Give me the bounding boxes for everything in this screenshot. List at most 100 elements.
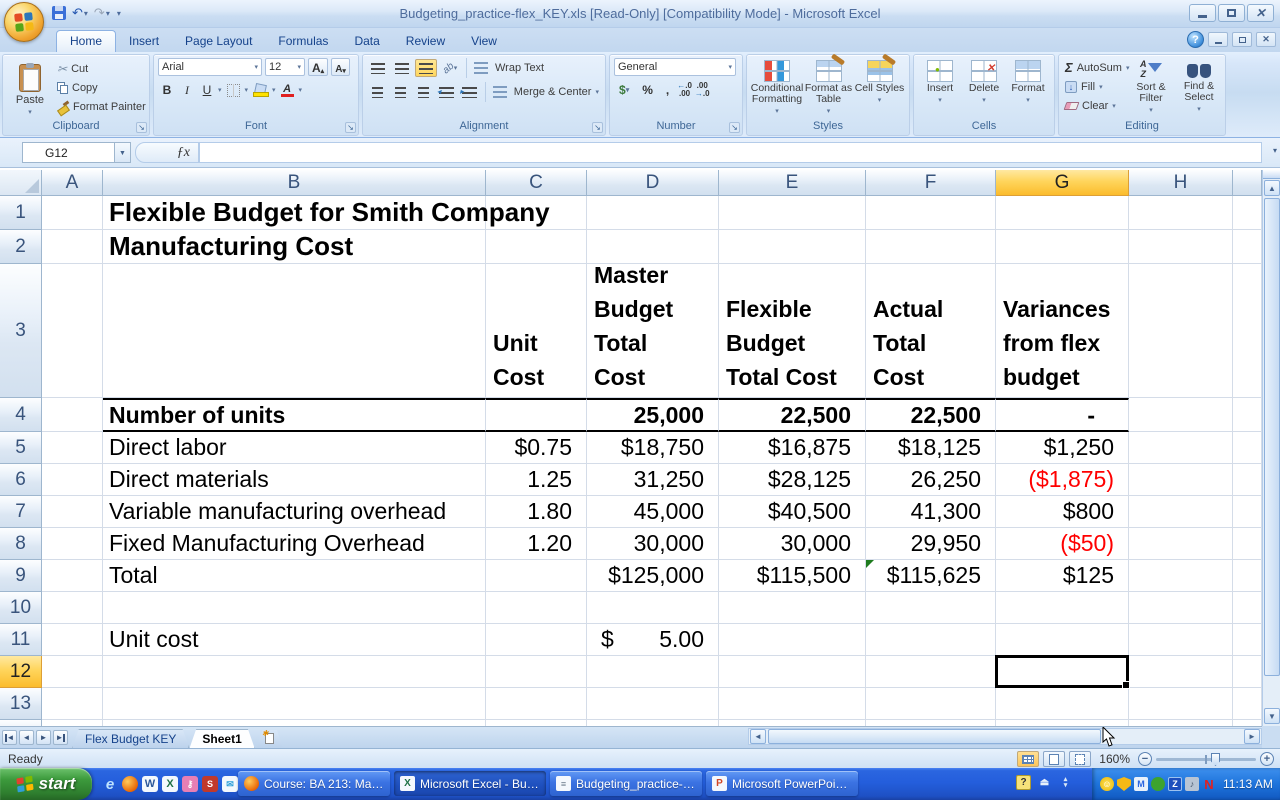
antivirus-icon[interactable]: [1151, 777, 1165, 791]
merge-center-button[interactable]: Merge & Center▾: [491, 83, 601, 102]
cell-F13[interactable]: [866, 688, 996, 720]
zone-icon[interactable]: Z: [1168, 777, 1182, 791]
cell-H6[interactable]: [1129, 464, 1233, 496]
cell-C12[interactable]: [486, 656, 587, 688]
cell-A7[interactable]: [42, 496, 103, 528]
zoom-in-button[interactable]: +: [1260, 752, 1274, 766]
row-header-5[interactable]: 5: [0, 432, 42, 464]
clipboard-dialog-launcher[interactable]: ↘: [136, 122, 147, 133]
cell-G7[interactable]: $800: [996, 496, 1129, 528]
cell-E10[interactable]: [719, 592, 866, 624]
scroll-left-button[interactable]: ◄: [750, 729, 766, 744]
cell-A6[interactable]: [42, 464, 103, 496]
zoom-level[interactable]: 160%: [1099, 752, 1130, 766]
cell-B6[interactable]: Direct materials: [103, 464, 486, 496]
cell-G3[interactable]: Variances from flex budget: [996, 264, 1129, 398]
font-name-combo[interactable]: Arial▾: [158, 58, 262, 76]
cell-A13[interactable]: [42, 688, 103, 720]
row-header-12[interactable]: 12: [0, 656, 42, 688]
shrink-font-button[interactable]: A▾: [331, 58, 350, 76]
cell-A10[interactable]: [42, 592, 103, 624]
cell-H7[interactable]: [1129, 496, 1233, 528]
cell-B4[interactable]: Number of units: [103, 398, 486, 432]
cell-H10[interactable]: [1129, 592, 1233, 624]
find-select-button[interactable]: Find & Select▾: [1175, 57, 1223, 116]
cell-B11[interactable]: Unit cost: [103, 624, 486, 656]
normal-view-button[interactable]: [1017, 751, 1039, 767]
cell-x9[interactable]: [1233, 560, 1262, 592]
workbook-close-button[interactable]: ✕: [1256, 32, 1276, 47]
column-header-G[interactable]: G: [996, 170, 1129, 196]
row-header-4[interactable]: 4: [0, 398, 42, 432]
cell-B5[interactable]: Direct labor: [103, 432, 486, 464]
task-button-document[interactable]: ≡Budgeting_practice-fl...: [550, 771, 702, 796]
cell-C7[interactable]: 1.80: [486, 496, 587, 528]
cell-x10[interactable]: [1233, 592, 1262, 624]
zoom-slider[interactable]: [1156, 752, 1256, 766]
cell-G11[interactable]: [996, 624, 1129, 656]
zoom-slider-thumb[interactable]: [1211, 753, 1220, 766]
row-header-6[interactable]: 6: [0, 464, 42, 496]
first-sheet-button[interactable]: ◄: [2, 730, 17, 745]
column-header-F[interactable]: F: [866, 170, 996, 196]
cell-F5[interactable]: $18,125: [866, 432, 996, 464]
cell-H1[interactable]: [1129, 196, 1233, 230]
excel-icon[interactable]: X: [162, 776, 178, 792]
cell-F11[interactable]: [866, 624, 996, 656]
underline-button[interactable]: U: [198, 81, 216, 99]
cell-H12[interactable]: [1129, 656, 1233, 688]
cell-G1[interactable]: [996, 196, 1129, 230]
cell-E13[interactable]: [719, 688, 866, 720]
cell-D7[interactable]: 45,000: [587, 496, 719, 528]
tab-data[interactable]: Data: [341, 31, 392, 52]
column-header-H[interactable]: H: [1129, 170, 1233, 196]
cell-E12[interactable]: [719, 656, 866, 688]
vertical-scrollbar[interactable]: ▲ ▼: [1262, 170, 1280, 726]
cell-B3[interactable]: [103, 264, 486, 398]
italic-button[interactable]: I: [178, 81, 196, 99]
novell-icon[interactable]: N: [1202, 777, 1216, 791]
sort-filter-button[interactable]: AZ Sort & Filter▾: [1127, 57, 1175, 116]
horizontal-scrollbar[interactable]: ◄ ►: [748, 728, 1262, 745]
workbook-restore-button[interactable]: [1232, 32, 1252, 47]
prev-sheet-button[interactable]: ◄: [19, 730, 34, 745]
cell-A12[interactable]: [42, 656, 103, 688]
cell-B1[interactable]: Flexible Budget for Smith Company: [103, 196, 486, 230]
format-painter-button[interactable]: Format Painter: [55, 97, 148, 116]
top-align-button[interactable]: [367, 59, 389, 77]
page-layout-view-button[interactable]: [1043, 751, 1065, 767]
insert-worksheet-tab[interactable]: [257, 730, 283, 748]
task-button-firefox[interactable]: Course: BA 213: Man...: [238, 771, 390, 796]
clear-button[interactable]: Clear▾: [1063, 96, 1131, 115]
cell-x3[interactable]: [1233, 264, 1262, 398]
task-button-excel[interactable]: XMicrosoft Excel - Bud...: [394, 771, 546, 796]
tab-page-layout[interactable]: Page Layout: [172, 31, 265, 52]
column-header-C[interactable]: C: [486, 170, 587, 196]
font-dialog-launcher[interactable]: ↘: [345, 122, 356, 133]
cell-A1[interactable]: [42, 196, 103, 230]
column-header-D[interactable]: D: [587, 170, 719, 196]
cell-F10[interactable]: [866, 592, 996, 624]
cell-G2[interactable]: [996, 230, 1129, 264]
number-format-combo[interactable]: General▾: [614, 58, 736, 76]
cell-E11[interactable]: [719, 624, 866, 656]
workbook-minimize-button[interactable]: [1208, 32, 1228, 47]
cell-F12[interactable]: [866, 656, 996, 688]
fill-color-button[interactable]: [250, 81, 270, 99]
cell-A3[interactable]: [42, 264, 103, 398]
cell-E5[interactable]: $16,875: [719, 432, 866, 464]
cell-E7[interactable]: $40,500: [719, 496, 866, 528]
cell-F6[interactable]: 26,250: [866, 464, 996, 496]
cell-G9[interactable]: $125: [996, 560, 1129, 592]
tab-insert[interactable]: Insert: [116, 31, 172, 52]
cell-C3[interactable]: Unit Cost: [486, 264, 587, 398]
borders-button[interactable]: [224, 81, 243, 99]
ie-icon[interactable]: e: [102, 776, 118, 792]
formula-bar-expand-button[interactable]: ▾: [1273, 146, 1277, 155]
cell-D8[interactable]: 30,000: [587, 528, 719, 560]
mute-icon[interactable]: ♪: [1185, 777, 1199, 791]
select-all-corner[interactable]: [0, 170, 42, 196]
align-left-button[interactable]: [367, 83, 388, 101]
cell-x6[interactable]: [1233, 464, 1262, 496]
restore-button[interactable]: [1218, 4, 1245, 22]
